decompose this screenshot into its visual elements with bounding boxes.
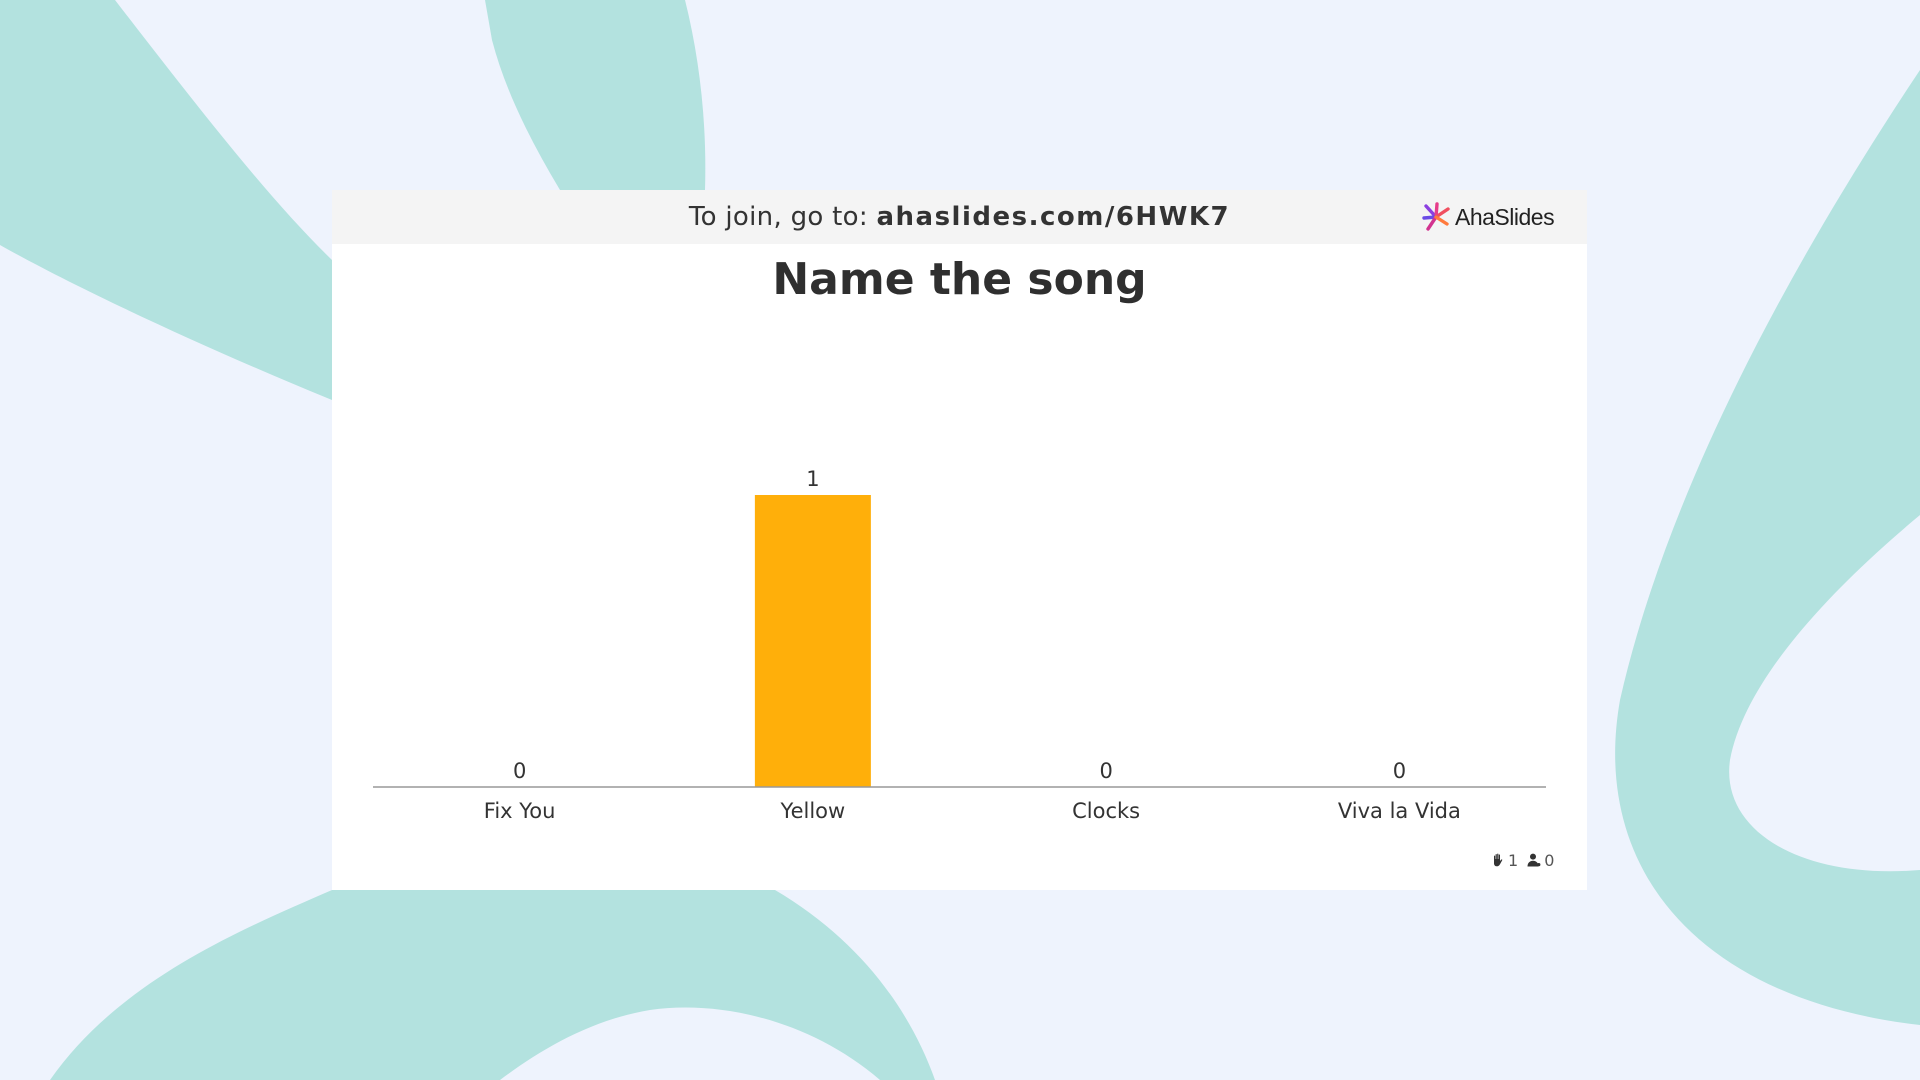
category-label-3: Viva la Vida	[1338, 799, 1461, 823]
person-icon	[1527, 853, 1541, 867]
background-shape-top-center	[485, 0, 706, 190]
category-label-1: Yellow	[780, 799, 846, 823]
response-counters: 1 0	[1482, 849, 1554, 871]
data-label-3: 0	[1393, 759, 1406, 783]
background-shape-bottom	[50, 890, 935, 1080]
responses-count: 1	[1508, 850, 1519, 870]
bar-chart: 0 Fix You 1 Yellow 0 Clocks 0 Viva la Vida	[373, 467, 1546, 823]
data-label-2: 0	[1099, 759, 1112, 783]
slide-card: To join, go to: ahaslides.com/6HWK7 AhaS…	[332, 190, 1587, 890]
hand-icon	[1494, 853, 1503, 867]
category-label-2: Clocks	[1072, 799, 1140, 823]
participants-counter: 0	[1526, 851, 1554, 870]
bar-1	[754, 495, 871, 787]
category-label-0: Fix You	[484, 799, 556, 823]
background-shape-top-left	[0, 0, 332, 400]
data-label-1: 1	[806, 467, 819, 491]
responses-counter: 1	[1490, 851, 1518, 870]
participants-count: 0	[1544, 850, 1555, 870]
background-shape-right	[1615, 70, 1920, 1025]
data-label-0: 0	[513, 759, 526, 783]
